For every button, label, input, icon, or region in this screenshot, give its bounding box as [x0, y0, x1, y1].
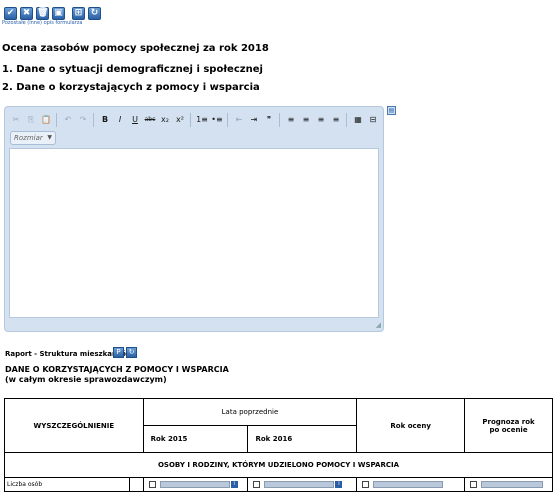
header-rate-year: Rok oceny — [356, 398, 466, 453]
input-cell-2016: i — [247, 477, 358, 492]
editor-toolbar: ✂ ⎘ 📋 ↶ ↷ B I U abc x₂ x² 1≡ •≡ ⇤ ⇥ ❞ ≡ … — [9, 113, 380, 127]
report-refresh-button[interactable]: ↻ — [126, 347, 137, 358]
grid-button[interactable]: ⊞ — [72, 7, 85, 20]
disk-button[interactable]: ▣ — [52, 7, 65, 20]
report-preview-button[interactable]: P — [113, 347, 124, 358]
superscript-icon[interactable]: x² — [173, 113, 187, 127]
numbered-list-icon[interactable]: 1≡ — [195, 113, 209, 127]
value-field-forecast[interactable] — [481, 481, 544, 488]
row-label: Liczba osób — [4, 477, 130, 492]
align-left-icon[interactable]: ≡ — [284, 113, 298, 127]
value-field-2016[interactable] — [264, 481, 335, 488]
outdent-icon[interactable]: ⇤ — [232, 113, 246, 127]
strikethrough-icon[interactable]: abc — [143, 113, 157, 127]
header-prev-years: Lata poprzednie — [142, 398, 358, 426]
paste-icon[interactable]: 📋 — [39, 113, 53, 127]
align-right-icon[interactable]: ≡ — [314, 113, 328, 127]
font-size-label: Rozmiar — [14, 134, 43, 142]
header-year-2016: Rok 2016 — [247, 425, 358, 453]
header-year-2015: Rok 2015 — [142, 425, 249, 453]
checkbox-rate[interactable] — [362, 481, 370, 488]
report-title-line2: (w całym okresie sprawozdawczym) — [5, 375, 167, 384]
underline-icon[interactable]: U — [128, 113, 142, 127]
checkbox-2016[interactable] — [253, 481, 261, 488]
bullet-list-icon[interactable]: •≡ — [210, 113, 224, 127]
italic-icon[interactable]: I — [113, 113, 127, 127]
align-center-icon[interactable]: ≡ — [299, 113, 313, 127]
input-cell-2015: i — [142, 477, 249, 492]
save-button[interactable]: ✔ — [4, 7, 17, 20]
bold-icon[interactable]: B — [98, 113, 112, 127]
header-forecast: Prognoza rok po ocenie — [464, 398, 553, 453]
rich-text-editor: ✂ ⎘ 📋 ↶ ↷ B I U abc x₂ x² 1≡ •≡ ⇤ ⇥ ❞ ≡ … — [4, 106, 384, 332]
page-title: Ocena zasobów pomocy społecznej za rok 2… — [2, 43, 269, 54]
checkbox-2015[interactable] — [148, 481, 156, 488]
info-icon[interactable]: i — [230, 481, 238, 488]
redo-icon[interactable]: ↷ — [76, 113, 90, 127]
header-spec: WYSZCZEGÓLNIENIE — [4, 398, 144, 453]
blockquote-icon[interactable]: ❞ — [262, 113, 276, 127]
toolbar-hint: Pozostałe (inne) opis formularza — [2, 20, 83, 26]
editor-text-area[interactable] — [9, 148, 379, 318]
report-title-line1: DANE O KORZYSTAJĄCYCH Z POMOCY I WSPARCI… — [5, 365, 229, 374]
undo-icon[interactable]: ↶ — [61, 113, 75, 127]
subscript-icon[interactable]: x₂ — [158, 113, 172, 127]
input-cell-rate — [356, 477, 466, 492]
image-icon[interactable]: ▦ — [351, 113, 365, 127]
close-button[interactable]: ✖ — [20, 7, 33, 20]
value-field-rate[interactable] — [373, 481, 444, 488]
indent-icon[interactable]: ⇥ — [247, 113, 261, 127]
checkbox-forecast[interactable] — [470, 481, 478, 488]
input-cell-forecast — [464, 477, 553, 492]
info-icon[interactable]: i — [335, 481, 343, 488]
delete-button[interactable]: 🗑 — [36, 7, 49, 20]
copy-icon[interactable]: ⎘ — [24, 113, 38, 127]
value-field-2015[interactable] — [159, 481, 230, 488]
resize-handle-icon[interactable]: ◢ — [376, 321, 381, 329]
table-icon[interactable]: ⊟ — [366, 113, 380, 127]
align-justify-icon[interactable]: ≡ — [329, 113, 343, 127]
cut-icon[interactable]: ✂ — [9, 113, 23, 127]
data-table: WYSZCZEGÓLNIENIE Lata poprzednie Rok oce… — [4, 398, 553, 492]
report-title: DANE O KORZYSTAJĄCYCH Z POMOCY I WSPARCI… — [5, 365, 229, 385]
section-2-heading[interactable]: 2. Dane o korzystających z pomocy i wspa… — [2, 82, 260, 93]
refresh-button[interactable]: ↻ — [88, 7, 101, 20]
expand-icon[interactable]: ▤ — [387, 106, 396, 115]
section-row: OSOBY I RODZINY, KTÓRYM UDZIELONO POMOCY… — [4, 452, 553, 478]
font-size-select[interactable]: Rozmiar ▼ — [10, 131, 56, 145]
section-1-heading[interactable]: 1. Dane o sytuacji demograficznej i społ… — [2, 64, 263, 75]
chevron-down-icon: ▼ — [47, 134, 52, 141]
